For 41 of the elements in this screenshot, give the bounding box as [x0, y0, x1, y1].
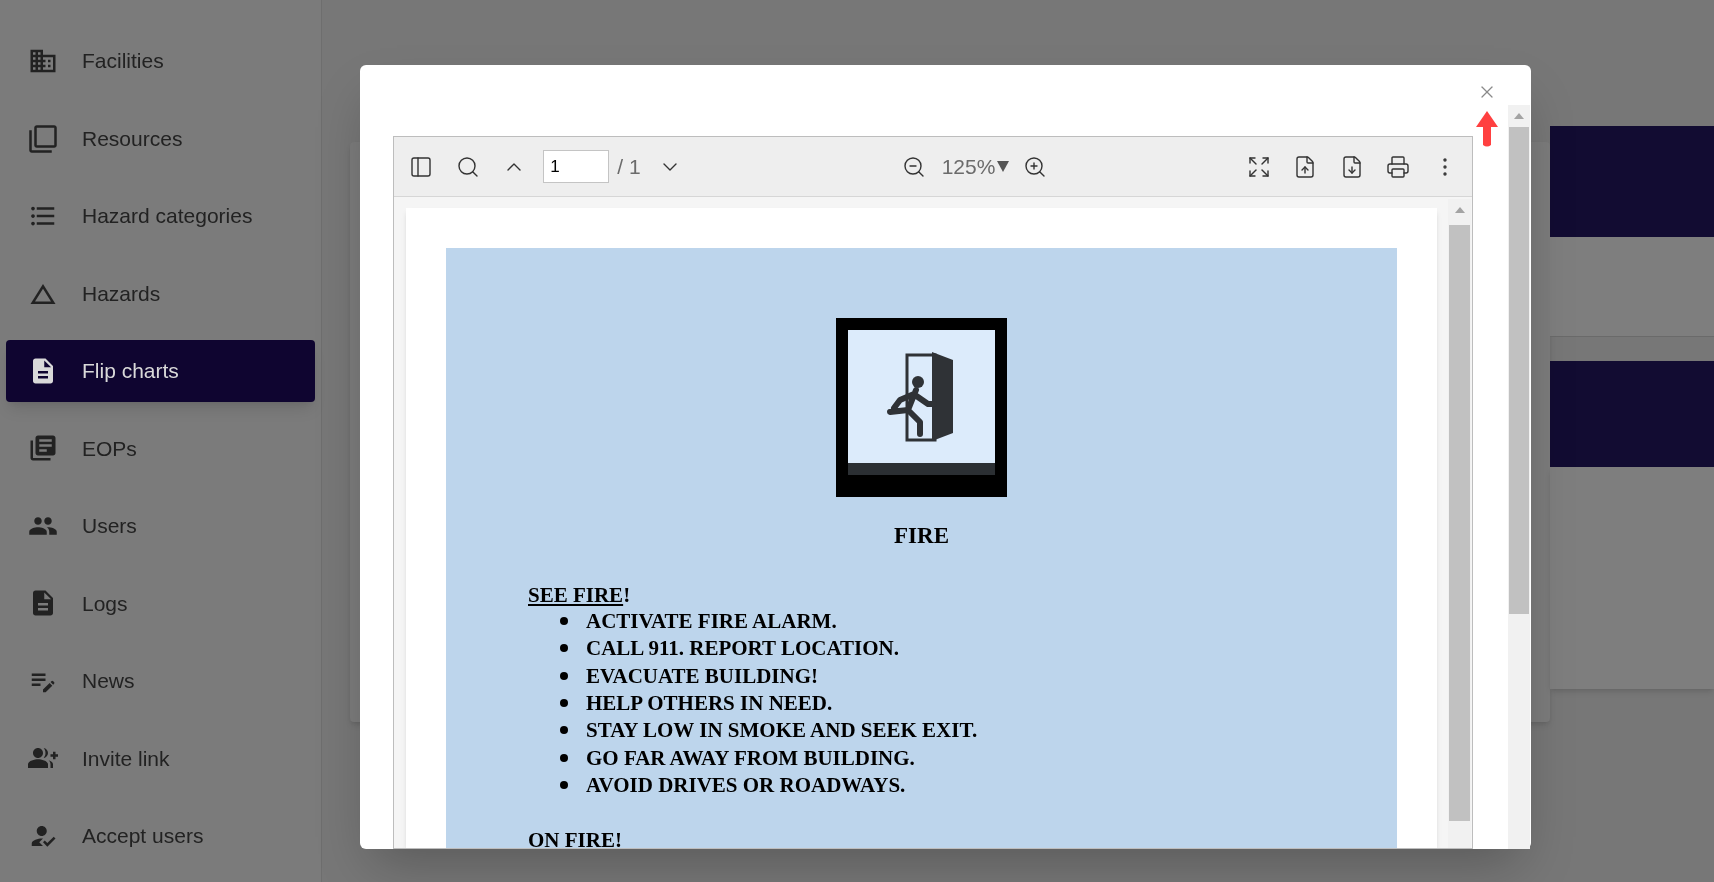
scrollbar-thumb[interactable]: [1449, 225, 1470, 821]
scrollbar[interactable]: [1508, 105, 1530, 849]
bullet-icon: [560, 699, 568, 708]
bullet-icon: [560, 617, 568, 626]
bullet-icon: [560, 671, 568, 680]
bullet-icon: [560, 753, 568, 762]
document-title: FIRE: [894, 522, 949, 550]
list-item-text: ACTIVATE FIRE ALARM.: [586, 608, 837, 635]
sidebar-item[interactable]: Logs: [6, 572, 315, 635]
zoom-dropdown[interactable]: 125%: [941, 150, 1010, 183]
bullet-icon: [560, 726, 568, 735]
sidebar-item[interactable]: Invite link: [6, 727, 315, 790]
scrollbar-thumb[interactable]: [1509, 127, 1529, 614]
sidebar-item[interactable]: EOPs: [6, 417, 315, 480]
bullet-icon: [560, 644, 568, 653]
sidebar-item[interactable]: Hazards: [6, 262, 315, 325]
sidebar-item[interactable]: Resources: [6, 107, 315, 170]
section-heading: ON FIRE!: [528, 826, 622, 848]
bullet-icon: [560, 780, 568, 789]
list-item-text: EVACUATE BUILDING!: [586, 662, 818, 689]
copy-icon: [28, 123, 58, 154]
list-item-text: CALL 911. REPORT LOCATION.: [586, 635, 899, 662]
sidebar-item[interactable]: Users: [6, 494, 315, 558]
documents-icon: [28, 433, 58, 464]
sidebar-item[interactable]: Hazard categories: [6, 184, 315, 248]
arrow-icon: [1476, 111, 1498, 147]
list-item-text: GO FAR AWAY FROM BUILDING.: [586, 744, 915, 771]
list-item-text: HELP OTHERS IN NEED.: [586, 690, 833, 717]
scroll-up-icon[interactable]: [1514, 113, 1524, 119]
sidebar-item[interactable]: Facilities: [6, 30, 315, 93]
page-total: / 1: [617, 153, 641, 180]
sidebar-item[interactable]: Flip charts: [6, 339, 315, 403]
section-heading: SEE FIRE!: [528, 581, 631, 608]
list-item-text: STAY LOW IN SMOKE AND SEEK EXIT.: [586, 717, 978, 744]
caret-icon: [997, 161, 1010, 172]
scroll-up-icon[interactable]: [1454, 207, 1465, 213]
sidebar-item[interactable]: News: [6, 649, 315, 713]
scrollbar[interactable]: [1448, 199, 1471, 848]
sidebar-item[interactable]: Accept users: [6, 804, 315, 867]
page-number-field[interactable]: 1: [543, 150, 610, 183]
list-item-text: AVOID DRIVES OR ROADWAYS.: [586, 771, 906, 798]
